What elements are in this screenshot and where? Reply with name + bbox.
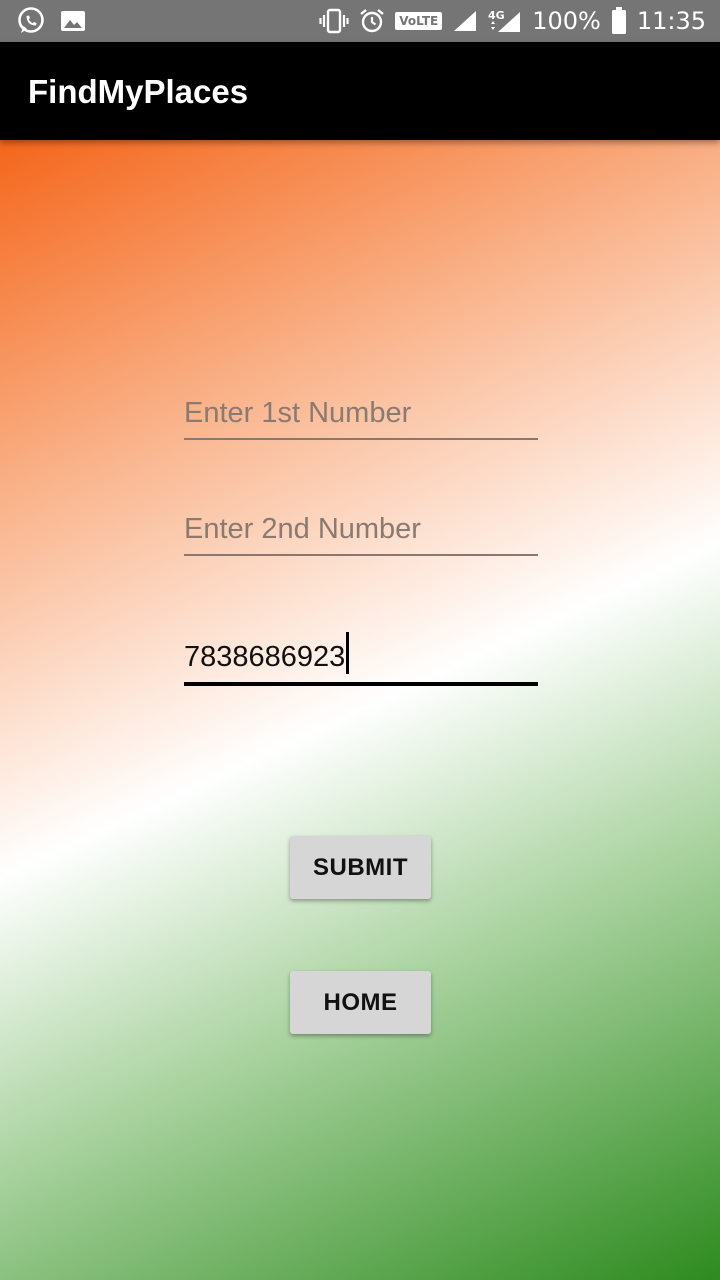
third-number-field: 7838686923: [184, 632, 350, 674]
first-number-input[interactable]: Enter 1st Number: [184, 390, 538, 440]
status-bar-right: VoLTE 4G 100% 11:35: [319, 7, 706, 35]
submit-button[interactable]: SUBMIT: [290, 836, 431, 899]
third-number-value: 7838686923: [184, 641, 346, 673]
app-bar: FindMyPlaces: [0, 42, 720, 140]
text-cursor: [346, 632, 350, 674]
main-content: Enter 1st Number Enter 2nd Number 783868…: [0, 140, 720, 1280]
second-number-placeholder: Enter 2nd Number: [184, 513, 421, 545]
status-bar: VoLTE 4G 100% 11:35: [0, 0, 720, 42]
first-number-placeholder: Enter 1st Number: [184, 397, 412, 429]
network-label: 4G: [488, 9, 505, 22]
volte-icon: VoLTE: [395, 12, 443, 30]
second-number-input[interactable]: Enter 2nd Number: [184, 506, 538, 556]
whatsapp-icon: [16, 6, 46, 36]
app-title: FindMyPlaces: [28, 73, 249, 110]
vibrate-icon: [319, 8, 349, 34]
clock: 11:35: [636, 7, 706, 35]
status-bar-left: [16, 6, 86, 36]
signal-icon: [452, 9, 478, 33]
battery-icon: [611, 7, 627, 35]
gallery-icon: [60, 9, 86, 33]
alarm-icon: [359, 8, 385, 34]
home-button[interactable]: HOME: [290, 971, 431, 1034]
third-number-input[interactable]: 7838686923: [184, 632, 538, 686]
battery-percent: 100%: [532, 7, 601, 35]
signal-4g-icon: 4G: [488, 8, 522, 34]
